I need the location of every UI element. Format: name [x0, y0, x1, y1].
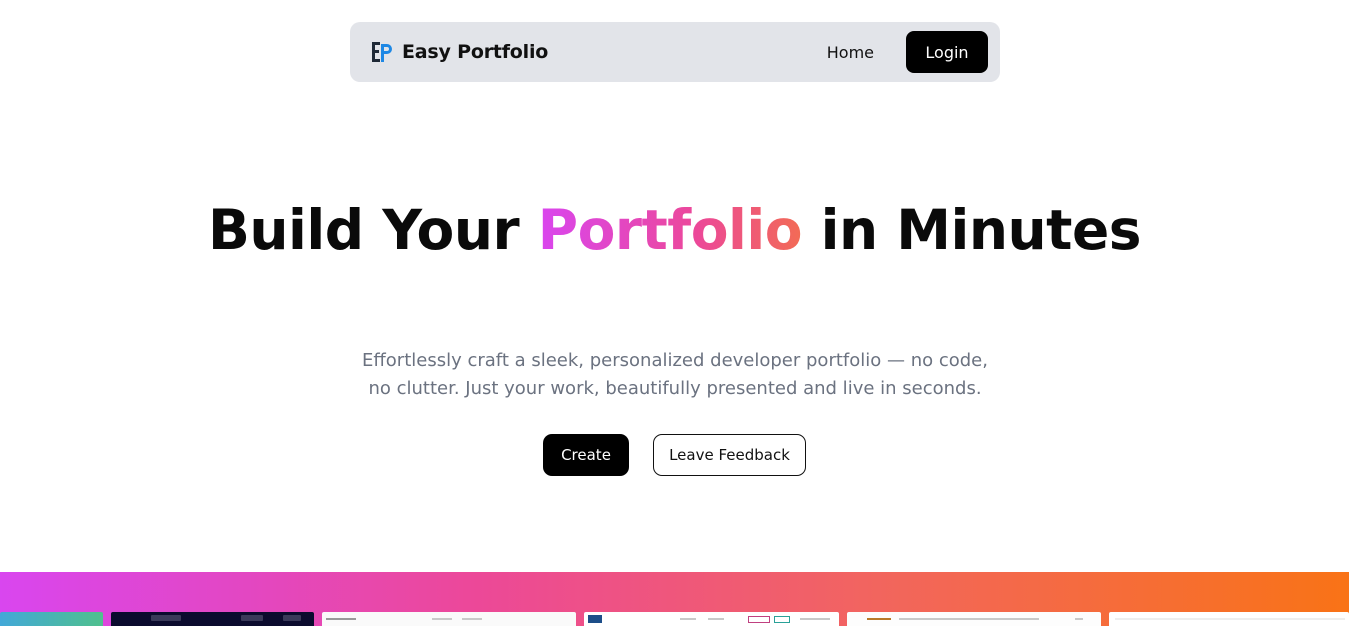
brand-name: Easy Portfolio [402, 41, 549, 63]
ep-logo-icon [372, 42, 392, 62]
create-button[interactable]: Create [543, 434, 629, 476]
portfolio-showcase-strip [0, 572, 1349, 626]
hero-title-end: in Minutes [801, 198, 1142, 262]
portfolio-thumbnail[interactable] [0, 612, 103, 626]
portfolio-thumbnail[interactable] [584, 612, 839, 626]
nav-actions: Home Login [827, 31, 988, 73]
hero-title-highlight: Portfolio [537, 198, 803, 262]
cta-row: Create Leave Feedback [0, 434, 1349, 476]
hero-title: Build Your Portfolio in Minutes [0, 200, 1349, 261]
brand[interactable]: Easy Portfolio [370, 40, 548, 64]
portfolio-thumbnail[interactable] [1109, 612, 1349, 626]
portfolio-thumbnail[interactable] [111, 612, 314, 626]
home-link[interactable]: Home [827, 43, 874, 62]
hero-title-start: Build Your [207, 198, 538, 262]
portfolio-thumbnail[interactable] [847, 612, 1101, 626]
navbar: Easy Portfolio Home Login [350, 22, 1000, 82]
leave-feedback-button[interactable]: Leave Feedback [653, 434, 806, 476]
login-button[interactable]: Login [906, 31, 988, 73]
portfolio-thumbnail[interactable] [322, 612, 576, 626]
hero-subtitle: Effortlessly craft a sleek, personalized… [362, 350, 988, 399]
